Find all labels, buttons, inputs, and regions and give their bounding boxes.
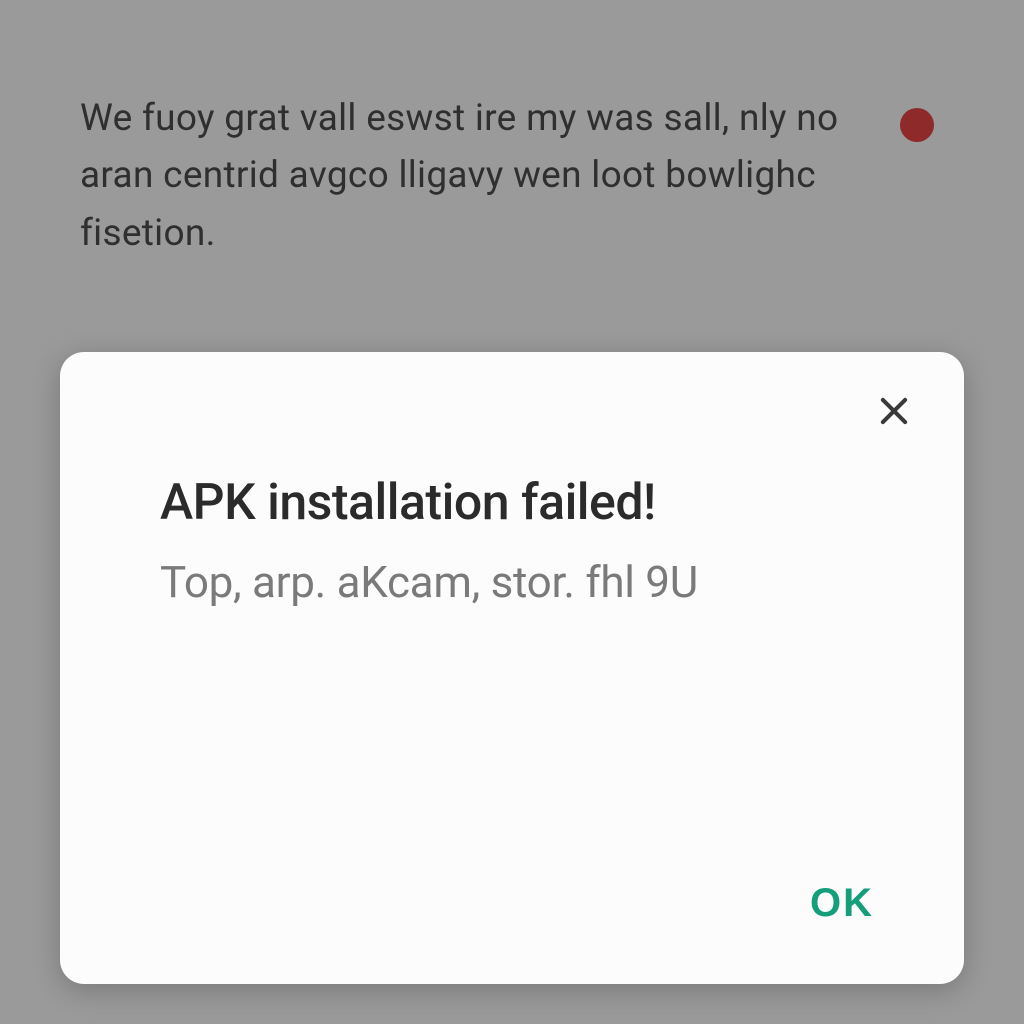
background-paragraph: We fuoy grat vall eswst ire my was sall,… (80, 90, 870, 262)
dialog-actions: OK (108, 871, 916, 944)
close-button[interactable] (872, 390, 916, 434)
dialog-message: Top, arp. aKcam, stor. fhl 9U (160, 556, 896, 608)
dialog-title: APK installation failed! (160, 474, 896, 532)
background-content: We fuoy grat vall eswst ire my was sall,… (0, 0, 1024, 262)
dialog-header (108, 390, 916, 434)
dialog-body: APK installation failed! Top, arp. aKcam… (108, 474, 916, 871)
close-icon (875, 392, 913, 433)
status-dot-icon (900, 108, 934, 142)
error-dialog: APK installation failed! Top, arp. aKcam… (60, 352, 964, 984)
ok-button[interactable]: OK (796, 871, 888, 936)
